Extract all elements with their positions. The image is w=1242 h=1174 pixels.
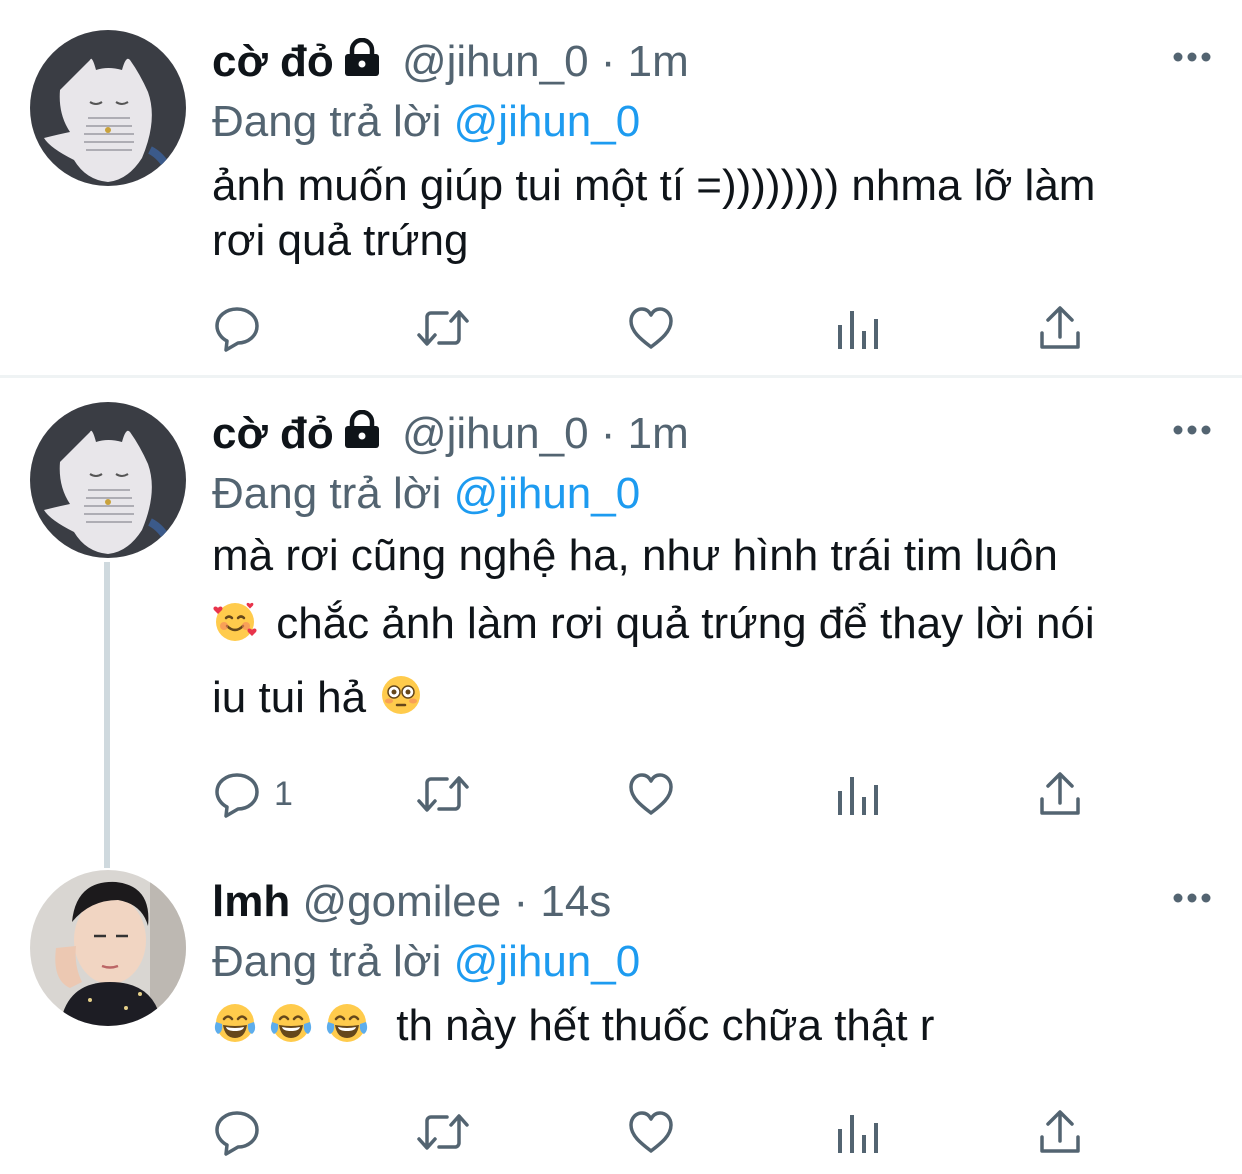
reply-icon: [212, 769, 262, 819]
replying-prefix: Đang trả lời: [212, 469, 442, 518]
more-icon[interactable]: [1172, 423, 1212, 435]
thread-connector: [104, 562, 110, 868]
tweet-actions: [212, 1102, 1092, 1162]
tweet-text-line: ảnh muốn giúp tui một tí =)))))))) nhma …: [212, 161, 1096, 210]
separator-dot: ·: [600, 409, 616, 458]
replying-mention[interactable]: @jihun_0: [454, 469, 641, 518]
share-button[interactable]: [1038, 764, 1082, 824]
reply-icon: [212, 303, 262, 353]
timestamp[interactable]: 1m: [628, 409, 689, 458]
like-icon: [626, 1107, 676, 1157]
retweet-icon: [415, 303, 471, 353]
author-handle[interactable]: @gomilee: [302, 877, 501, 926]
retweet-icon: [415, 1107, 471, 1157]
replying-prefix: Đang trả lời: [212, 97, 442, 146]
tweet-text: th này hết thuốc chữa thật r: [212, 992, 1202, 1066]
smiling-face-with-hearts-emoji: [212, 596, 258, 664]
reply-icon: [212, 1107, 262, 1157]
author-handle[interactable]: @jihun_0: [402, 409, 589, 458]
like-button[interactable]: [626, 764, 676, 824]
avatar[interactable]: [30, 30, 186, 186]
replying-to: Đang trả lời @jihun_0: [212, 94, 1202, 150]
retweet-button[interactable]: [415, 298, 471, 358]
tweet-text-line: mà rơi cũng nghệ ha, như hình trái tim l…: [212, 531, 1058, 580]
separator-dot: ·: [513, 877, 529, 926]
tweet-text-line: iu tui hả: [212, 664, 1202, 738]
reply-button[interactable]: [212, 1102, 262, 1162]
separator-dot: ·: [600, 37, 616, 86]
replying-mention[interactable]: @jihun_0: [454, 937, 641, 986]
tweet-text-segment: th này hết thuốc chữa thật r: [396, 1001, 935, 1050]
share-icon: [1038, 1107, 1082, 1157]
tweet-text: mà rơi cũng nghệ ha, như hình trái tim l…: [212, 522, 1202, 738]
replying-mention[interactable]: @jihun_0: [454, 97, 641, 146]
tweet-text: ảnh muốn giúp tui một tí =)))))))) nhma …: [212, 158, 1202, 268]
reply-count: 1: [274, 774, 293, 813]
author-name[interactable]: lmh: [212, 877, 290, 926]
tears-of-joy-emoji: [268, 998, 314, 1066]
replying-prefix: Đang trả lời: [212, 937, 442, 986]
reply-button[interactable]: 1: [212, 764, 293, 824]
tweet-actions: 1: [212, 764, 1092, 824]
retweet-button[interactable]: [415, 764, 471, 824]
tears-of-joy-emoji: [212, 998, 258, 1066]
tweet-text-segment: iu tui hả: [212, 673, 367, 722]
tweet-text-segment: chắc ảnh làm rơi quả trứng để thay lời n…: [276, 599, 1095, 648]
like-icon: [626, 303, 676, 353]
lock-icon: [340, 404, 384, 468]
tweet-text-line: chắc ảnh làm rơi quả trứng để thay lời n…: [212, 590, 1202, 664]
tears-of-joy-emoji: [324, 998, 370, 1066]
retweet-icon: [415, 769, 471, 819]
retweet-button[interactable]: [415, 1102, 471, 1162]
share-icon: [1038, 769, 1082, 819]
more-icon[interactable]: [1172, 50, 1212, 62]
like-icon: [626, 769, 676, 819]
like-button[interactable]: [626, 298, 676, 358]
author-handle[interactable]: @jihun_0: [402, 37, 589, 86]
avatar[interactable]: [30, 402, 186, 558]
user-photo-avatar-image: [30, 870, 186, 1026]
tweet-text-line: rơi quả trứng: [212, 216, 469, 265]
share-icon: [1038, 303, 1082, 353]
author-name[interactable]: cờ đỏ: [212, 37, 334, 86]
replying-to: Đang trả lời @jihun_0: [212, 934, 1202, 990]
replying-to: Đang trả lời @jihun_0: [212, 466, 1202, 522]
white-cat-avatar-image: [30, 30, 186, 186]
reply-button[interactable]: [212, 298, 262, 358]
avatar[interactable]: [30, 870, 186, 1026]
tweet-actions: [212, 298, 1092, 358]
analytics-button[interactable]: [836, 764, 880, 824]
analytics-icon: [836, 1107, 880, 1157]
analytics-icon: [836, 769, 880, 819]
white-cat-avatar-image: [30, 402, 186, 558]
like-button[interactable]: [626, 1102, 676, 1162]
timestamp[interactable]: 1m: [628, 37, 689, 86]
flushed-face-emoji: [378, 670, 424, 738]
analytics-button[interactable]: [836, 298, 880, 358]
analytics-icon: [836, 303, 880, 353]
timestamp[interactable]: 14s: [540, 877, 611, 926]
lock-icon: [340, 32, 384, 96]
more-icon[interactable]: [1172, 891, 1212, 903]
author-name[interactable]: cờ đỏ: [212, 409, 334, 458]
tweet-divider: [0, 375, 1242, 378]
share-button[interactable]: [1038, 298, 1082, 358]
analytics-button[interactable]: [836, 1102, 880, 1162]
share-button[interactable]: [1038, 1102, 1082, 1162]
